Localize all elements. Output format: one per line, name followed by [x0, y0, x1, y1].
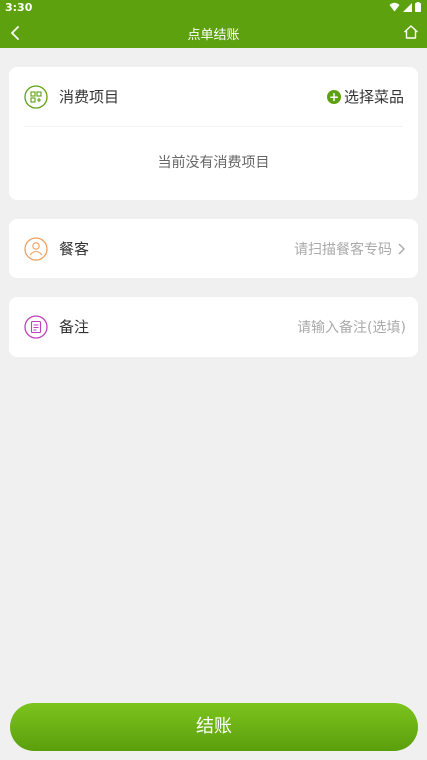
- user-icon: [24, 236, 48, 261]
- consumption-items-label: 消费项目: [59, 88, 120, 106]
- note-input[interactable]: 请输入备注(选填): [297, 317, 406, 337]
- status-bar: 3:30: [0, 0, 427, 16]
- plus-icon: +: [326, 89, 341, 104]
- select-dish-label: 选择菜品: [343, 88, 404, 106]
- battery-icon: [415, 2, 421, 12]
- consumption-items-card: 消费项目 + 选择菜品 当前没有消费项目: [9, 67, 418, 200]
- chevron-right-icon: [398, 243, 405, 254]
- guest-label: 餐客: [59, 240, 90, 258]
- empty-items-text: 当前没有消费项目: [157, 155, 270, 171]
- guest-placeholder: 请扫描餐客专码: [294, 241, 392, 258]
- page-title: 点单结账: [187, 28, 240, 43]
- select-dish-button[interactable]: + 选择菜品: [326, 86, 404, 107]
- nav-bar: 点单结账: [0, 18, 427, 48]
- divider: [24, 126, 403, 127]
- note-card[interactable]: 备注 请输入备注(选填): [9, 297, 418, 357]
- note-label: 备注: [59, 318, 90, 336]
- note-icon: [24, 314, 48, 339]
- signal-icon: [403, 3, 412, 12]
- note-row[interactable]: 备注 请输入备注(选填): [9, 297, 418, 356]
- guest-scan-prompt[interactable]: 请扫描餐客专码: [294, 239, 406, 259]
- checkout-button[interactable]: 结账: [10, 703, 418, 751]
- menu-grid-icon: [24, 84, 48, 109]
- guest-row[interactable]: 餐客 请扫描餐客专码: [9, 219, 418, 278]
- app-header: 3:30 点单结账: [0, 0, 427, 48]
- status-time: 3:30: [5, 1, 33, 14]
- home-icon[interactable]: [402, 23, 420, 41]
- guest-card[interactable]: 餐客 请扫描餐客专码: [9, 219, 418, 278]
- status-icons: [389, 2, 421, 12]
- wifi-icon: [389, 2, 400, 12]
- consumption-items-header: 消费项目 + 选择菜品: [9, 67, 418, 126]
